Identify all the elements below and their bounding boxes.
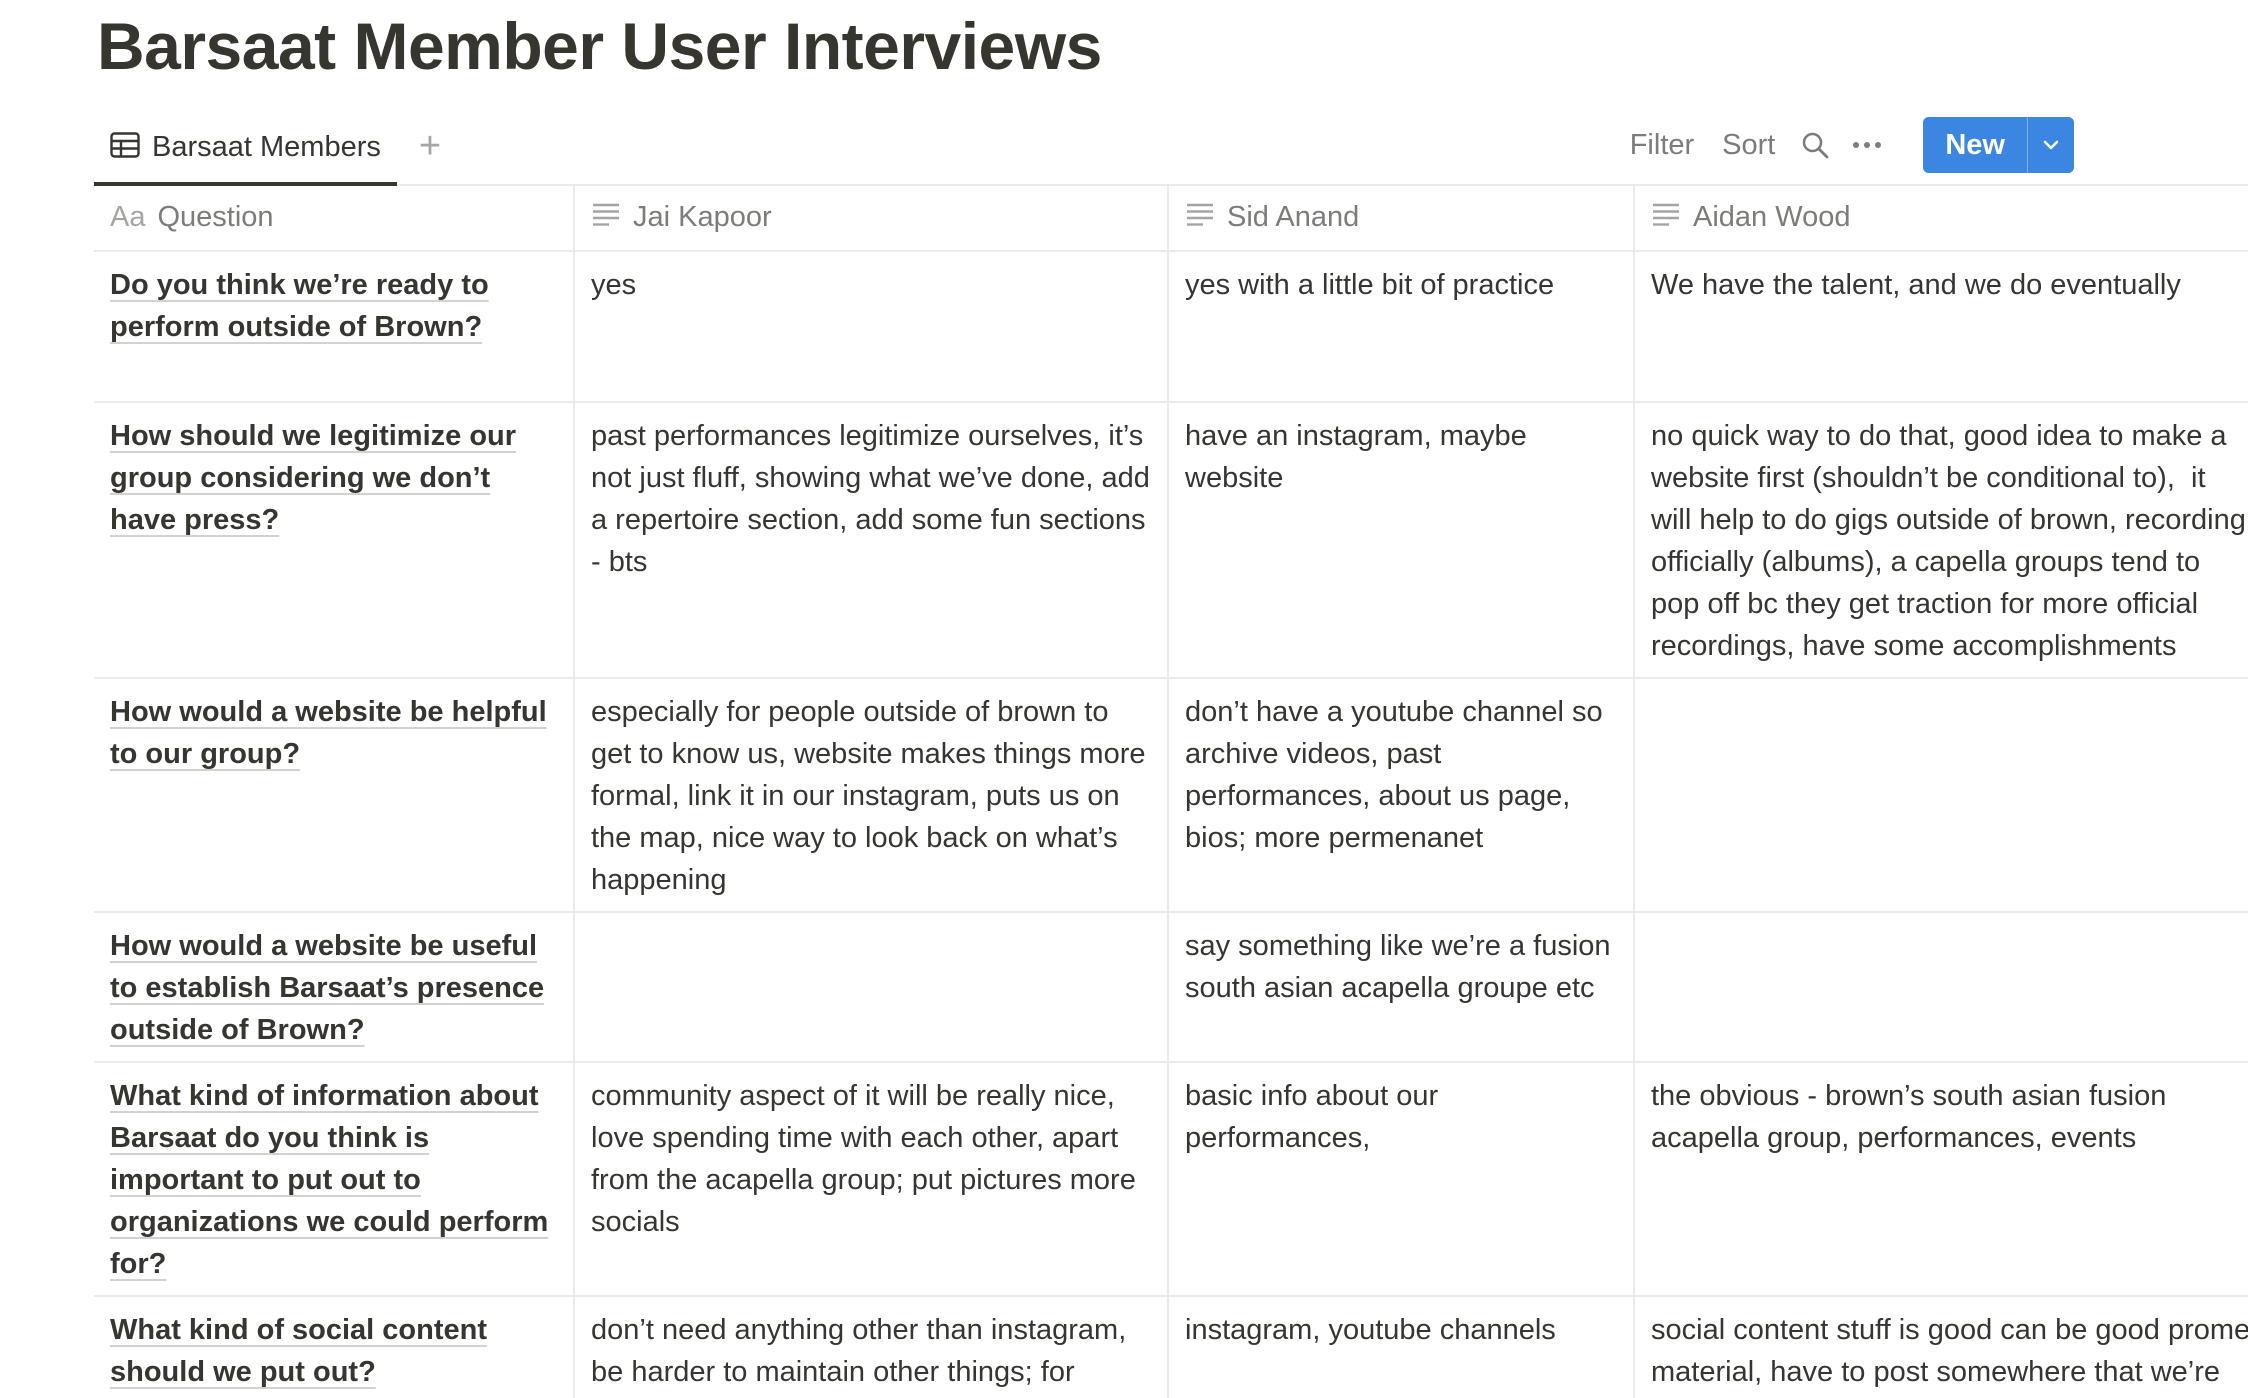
- table-row: How should we legitimize our group consi…: [94, 403, 2248, 679]
- column-label: Jai Kapoor: [633, 201, 772, 233]
- table-body: Do you think we’re ready to perform outs…: [94, 252, 2248, 1398]
- text-lines-icon: [1185, 196, 1215, 238]
- aidan-wood-cell[interactable]: the obvious - brown’s south asian fusion…: [1635, 1063, 2248, 1295]
- sort-button[interactable]: Sort: [1708, 129, 1789, 162]
- new-button[interactable]: New: [1923, 117, 2027, 173]
- column-header-jai-kapoor[interactable]: Jai Kapoor: [575, 184, 1169, 250]
- sid-anand-cell[interactable]: don’t have a youtube channel so archive …: [1169, 679, 1635, 911]
- database-table: Aa Question Jai Kapoor Sid Anand Aidan W…: [94, 184, 2248, 1398]
- search-icon[interactable]: [1793, 123, 1837, 167]
- new-dropdown-button[interactable]: [2027, 117, 2074, 173]
- question-cell[interactable]: How should we legitimize our group consi…: [94, 403, 575, 677]
- sid-anand-cell[interactable]: yes with a little bit of practice: [1169, 252, 1635, 401]
- sid-anand-cell[interactable]: basic info about our performances,: [1169, 1063, 1635, 1295]
- question-cell[interactable]: What kind of social content should we pu…: [94, 1297, 575, 1398]
- table-icon: [110, 131, 140, 163]
- jai-kapoor-cell[interactable]: don’t need anything other than instagram…: [575, 1297, 1169, 1398]
- view-bar: Barsaat Members + Filter Sort New: [94, 112, 2248, 186]
- aidan-wood-cell[interactable]: [1635, 679, 2248, 911]
- jai-kapoor-cell[interactable]: yes: [575, 252, 1169, 401]
- question-link[interactable]: How should we legitimize our group consi…: [110, 420, 516, 536]
- question-cell[interactable]: What kind of information about Barsaat d…: [94, 1063, 575, 1295]
- tab-label: Barsaat Members: [152, 130, 381, 163]
- text-lines-icon: [1651, 196, 1681, 238]
- question-link[interactable]: How would a website be useful to establi…: [110, 930, 544, 1046]
- page-title: Barsaat Member User Interviews: [97, 9, 1102, 83]
- title-property-icon: Aa: [110, 201, 146, 233]
- question-link[interactable]: Do you think we’re ready to perform outs…: [110, 269, 489, 343]
- table-row: What kind of information about Barsaat d…: [94, 1063, 2248, 1297]
- question-cell[interactable]: Do you think we’re ready to perform outs…: [94, 252, 575, 401]
- table-row: How would a website be useful to establi…: [94, 913, 2248, 1063]
- question-link[interactable]: What kind of social content should we pu…: [110, 1314, 487, 1388]
- sid-anand-cell[interactable]: have an instagram, maybe website: [1169, 403, 1635, 677]
- column-label: Sid Anand: [1227, 201, 1360, 233]
- jai-kapoor-cell[interactable]: past performances legitimize ourselves, …: [575, 403, 1169, 677]
- table-row: How would a website be helpful to our gr…: [94, 679, 2248, 913]
- add-view-button[interactable]: +: [410, 124, 450, 167]
- sid-anand-cell[interactable]: say something like we’re a fusion south …: [1169, 913, 1635, 1061]
- aidan-wood-cell[interactable]: [1635, 913, 2248, 1061]
- filter-button[interactable]: Filter: [1616, 129, 1708, 162]
- column-label: Aidan Wood: [1693, 201, 1851, 233]
- column-header-sid-anand[interactable]: Sid Anand: [1169, 184, 1635, 250]
- aidan-wood-cell[interactable]: social content stuff is good can be good…: [1635, 1297, 2248, 1398]
- column-label: Question: [157, 201, 274, 233]
- question-cell[interactable]: How would a website be helpful to our gr…: [94, 679, 575, 911]
- tab-barsaat-members[interactable]: Barsaat Members: [94, 112, 397, 186]
- table-row: What kind of social content should we pu…: [94, 1297, 2248, 1398]
- question-cell[interactable]: How would a website be useful to establi…: [94, 913, 575, 1061]
- table-row: Do you think we’re ready to perform outs…: [94, 252, 2248, 403]
- view-toolbar: Filter Sort New: [1616, 116, 2074, 174]
- more-options-icon[interactable]: [1845, 123, 1889, 167]
- column-header-question[interactable]: Aa Question: [94, 184, 575, 250]
- jai-kapoor-cell[interactable]: community aspect of it will be really ni…: [575, 1063, 1169, 1295]
- chevron-down-icon: [2043, 140, 2059, 150]
- text-lines-icon: [591, 196, 621, 238]
- aidan-wood-cell[interactable]: no quick way to do that, good idea to ma…: [1635, 403, 2248, 677]
- jai-kapoor-cell[interactable]: especially for people outside of brown t…: [575, 679, 1169, 911]
- new-button-group: New: [1923, 117, 2074, 173]
- question-link[interactable]: How would a website be helpful to our gr…: [110, 696, 547, 770]
- sid-anand-cell[interactable]: instagram, youtube channels: [1169, 1297, 1635, 1398]
- plus-icon: +: [418, 124, 442, 167]
- question-link[interactable]: What kind of information about Barsaat d…: [110, 1080, 548, 1280]
- aidan-wood-cell[interactable]: We have the talent, and we do eventually: [1635, 252, 2248, 401]
- notion-page: Barsaat Member User Interviews Barsaat M…: [0, 0, 2248, 1398]
- jai-kapoor-cell[interactable]: [575, 913, 1169, 1061]
- column-header-aidan-wood[interactable]: Aidan Wood: [1635, 184, 2248, 250]
- table-header-row: Aa Question Jai Kapoor Sid Anand Aidan W…: [94, 184, 2248, 252]
